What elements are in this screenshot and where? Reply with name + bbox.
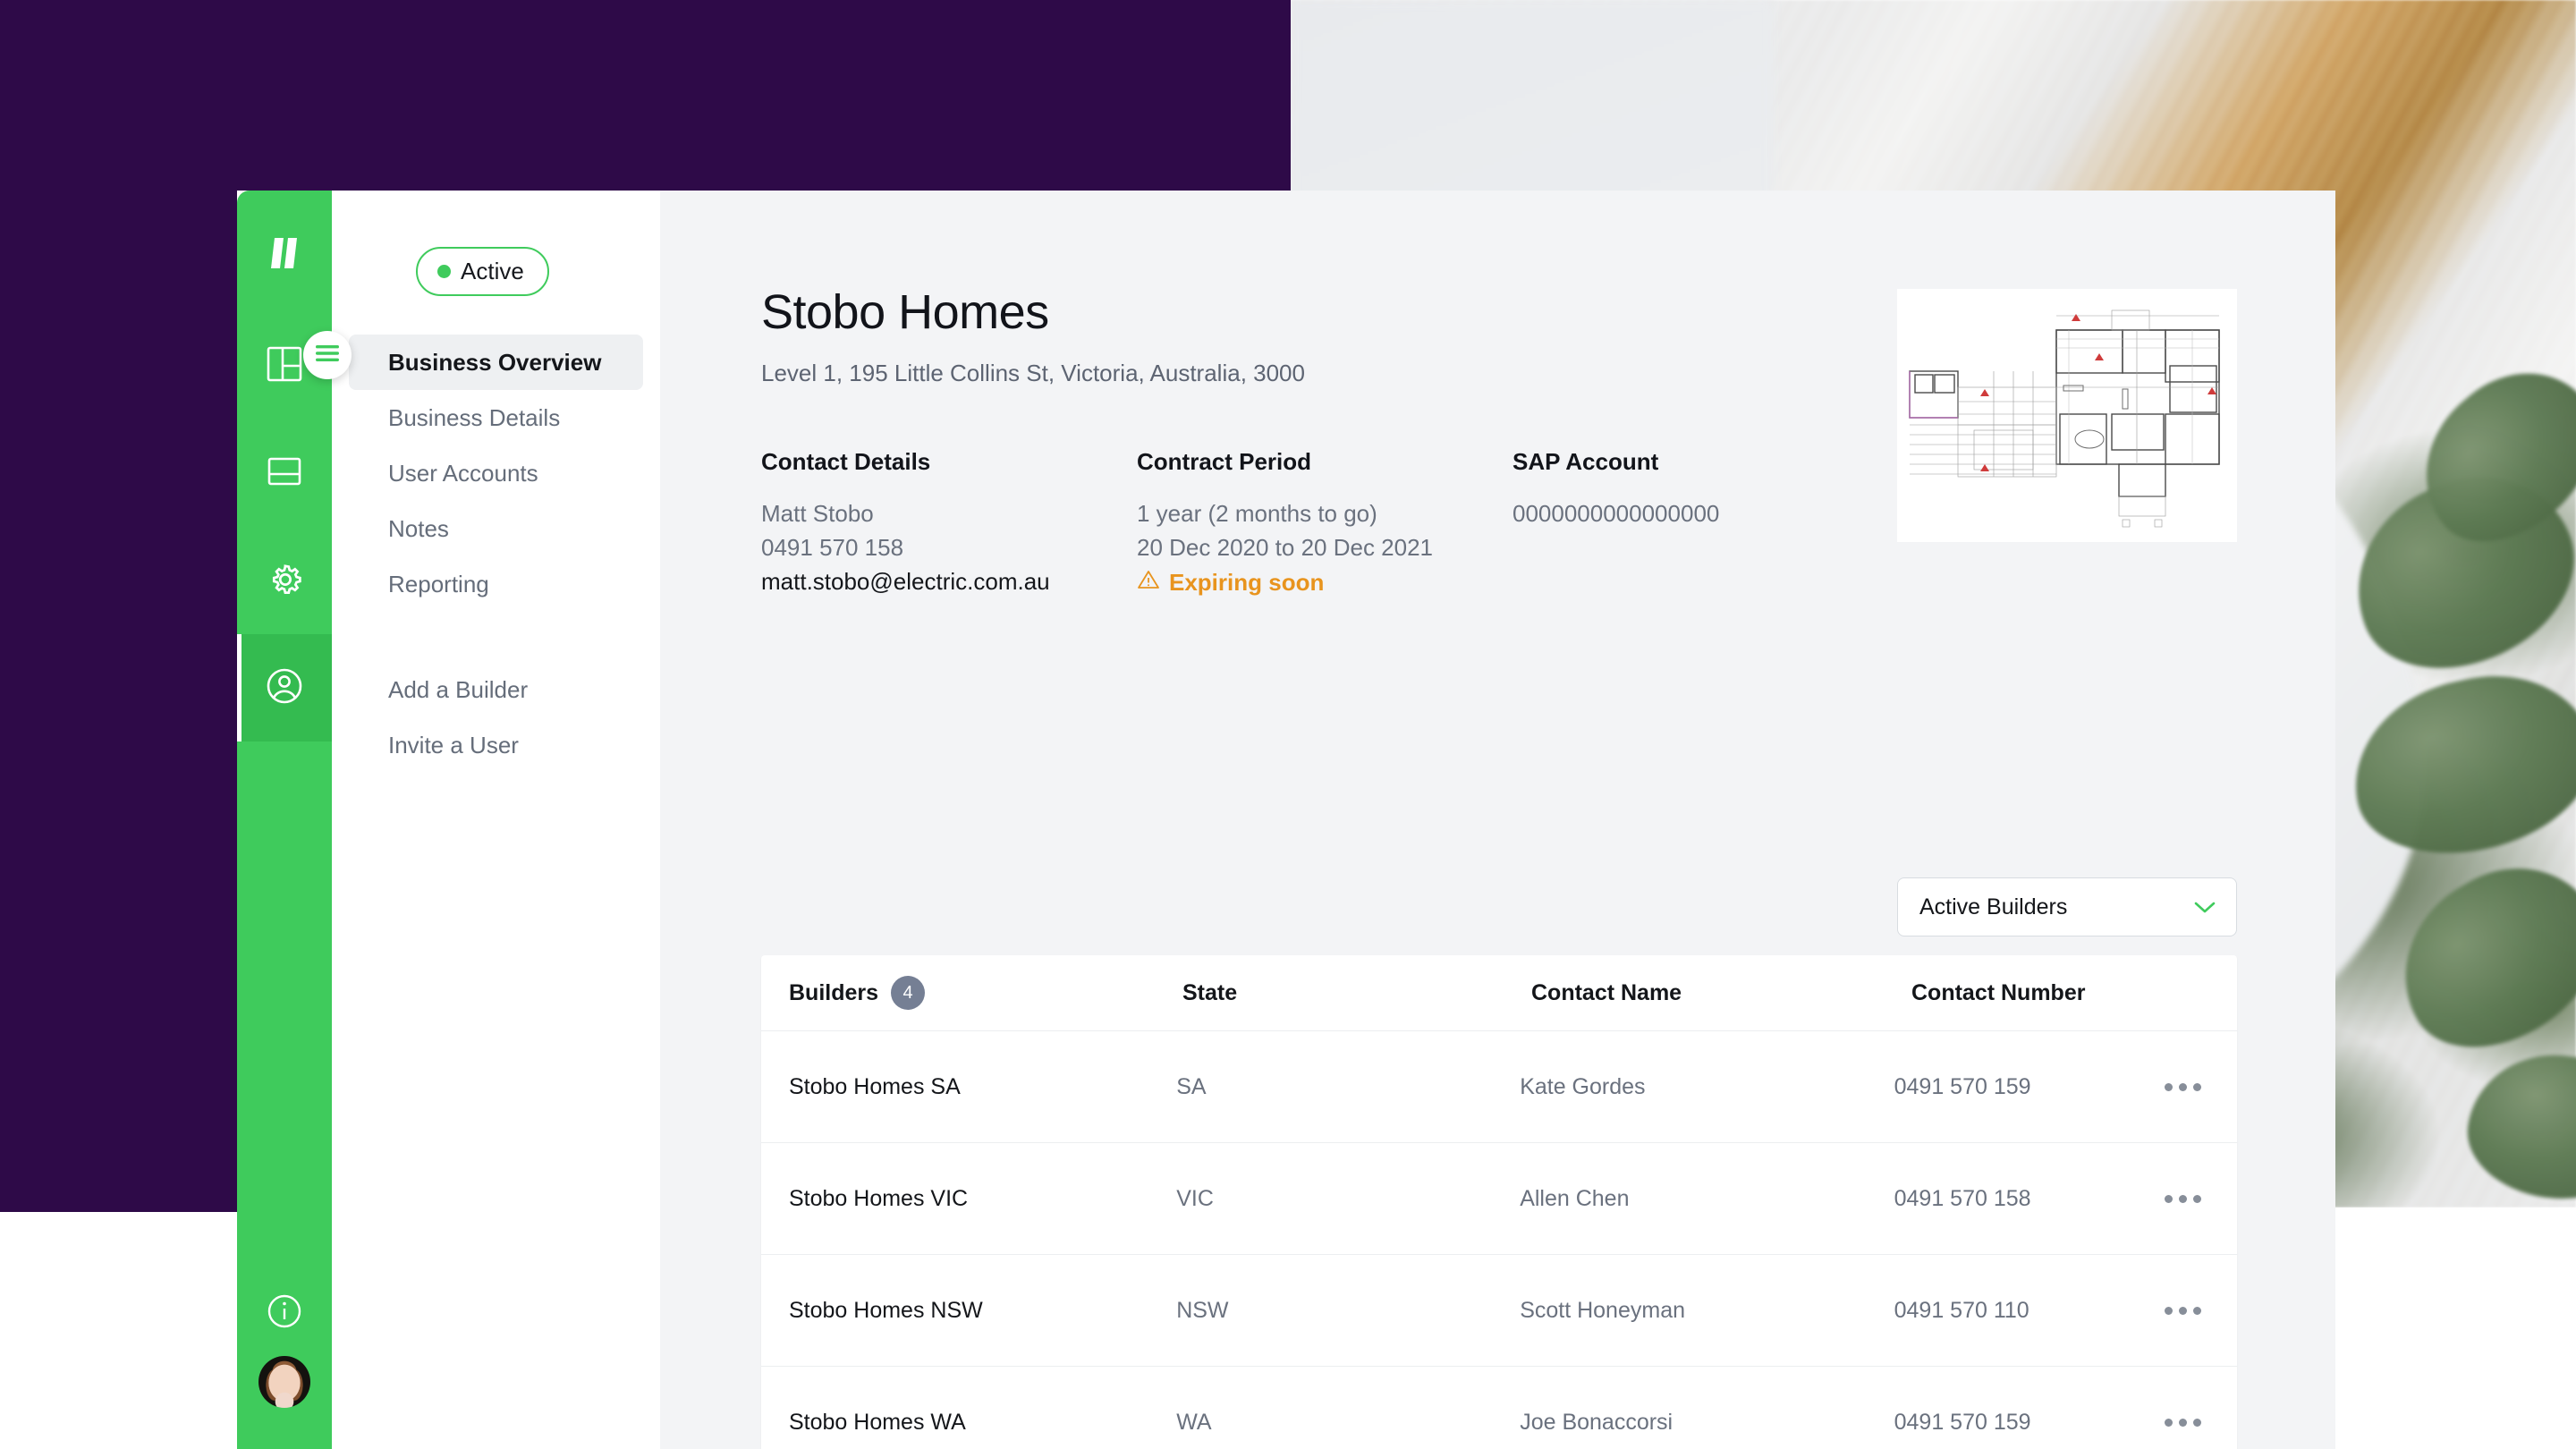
nav-label: User Accounts — [388, 459, 538, 487]
avatar[interactable] — [258, 1356, 310, 1408]
cell-builder: Stobo Homes VIC — [789, 1185, 969, 1211]
contact-email[interactable]: matt.stobo@electric.com.au — [761, 565, 1137, 599]
cell-state: VIC — [1176, 1185, 1214, 1211]
nav-label: Invite a User — [388, 731, 519, 758]
builders-count-badge: 4 — [891, 976, 926, 1010]
settings-gear-icon — [265, 559, 304, 603]
sidebar-item-settings[interactable] — [237, 527, 332, 634]
table-row[interactable]: Stobo Homes VIC VIC Allen Chen 0491 570 … — [761, 1143, 2237, 1255]
info-circle-icon — [264, 1291, 305, 1336]
column-header-contact-number: Contact Number — [1911, 979, 2086, 1005]
secondary-nav-panel: Active Business Overview Business Detail… — [332, 191, 660, 1449]
nav-label: Business Details — [388, 403, 561, 431]
contract-range: 20 Dec 2020 to 20 Dec 2021 — [1137, 533, 1434, 561]
cell-builder: Stobo Homes SA — [789, 1073, 961, 1099]
table-row[interactable]: Stobo Homes NSW NSW Scott Honeyman 0491 … — [761, 1255, 2237, 1367]
nav-label: Reporting — [388, 570, 489, 597]
contact-phone: 0491 570 158 — [761, 533, 904, 561]
contact-details-heading: Contact Details — [761, 448, 931, 475]
floor-plan-thumbnail[interactable] — [1897, 289, 2237, 542]
nav-list: Business Overview Business Details User … — [332, 335, 660, 773]
primary-icon-rail — [237, 191, 332, 1449]
cell-contact-number: 0491 570 158 — [1894, 1185, 2031, 1211]
sidebar-item-account[interactable] — [237, 634, 332, 741]
contract-warning-label: Expiring soon — [1169, 568, 1325, 596]
purple-backdrop-top — [0, 0, 1291, 191]
projects-icon — [265, 452, 304, 496]
cell-contact-name: Scott Honeyman — [1520, 1297, 1686, 1323]
app-window: Active Business Overview Business Detail… — [237, 191, 2335, 1449]
sap-account-number: 0000000000000000 — [1513, 500, 1720, 527]
status-dot-icon — [437, 265, 451, 278]
table-row[interactable]: Stobo Homes SA SA Kate Gordes 0491 570 1… — [761, 1031, 2237, 1143]
contact-name: Matt Stobo — [761, 500, 874, 527]
column-header-state: State — [1182, 979, 1238, 1005]
nav-action-invite-a-user[interactable]: Invite a User — [349, 717, 643, 773]
column-header-label: Builders — [789, 979, 879, 1005]
cell-contact-name: Joe Bonaccorsi — [1520, 1410, 1674, 1435]
contract-period-block: Contract Period 1 year (2 months to go) … — [1137, 448, 1513, 599]
kebab-menu-icon[interactable] — [2158, 1306, 2237, 1315]
contract-period-heading: Contract Period — [1137, 448, 1312, 475]
cell-state: NSW — [1176, 1297, 1229, 1323]
cell-contact-name: Allen Chen — [1520, 1185, 1630, 1211]
sidebar-toggle-button[interactable] — [303, 331, 352, 379]
contract-expiry-warning: Expiring soon — [1137, 569, 1513, 597]
sidebar-item-business-overview[interactable]: Business Overview — [349, 335, 643, 390]
table-row[interactable]: Stobo Homes WA WA Joe Bonaccorsi 0491 57… — [761, 1367, 2237, 1449]
purple-backdrop-left — [0, 191, 237, 1212]
builders-filter-value: Active Builders — [1919, 894, 2068, 919]
status-badge-label: Active — [461, 258, 524, 284]
warning-triangle-icon — [1137, 569, 1160, 597]
dashboard-icon — [265, 344, 304, 388]
logo-mark-icon[interactable] — [261, 230, 308, 276]
column-header-builders: Builders 4 — [789, 976, 1182, 1010]
kebab-menu-icon[interactable] — [2158, 1419, 2237, 1427]
cell-state: SA — [1176, 1073, 1207, 1099]
sidebar-item-user-accounts[interactable]: User Accounts — [349, 445, 643, 501]
screenshot-stage: Active Business Overview Business Detail… — [0, 0, 2576, 1449]
cell-contact-number: 0491 570 110 — [1894, 1297, 2029, 1323]
nav-label: Business Overview — [388, 348, 602, 376]
cell-contact-name: Kate Gordes — [1520, 1073, 1646, 1099]
builders-table: Builders 4 State Contact Name Contact Nu… — [761, 955, 2237, 1449]
cell-builder: Stobo Homes NSW — [789, 1297, 983, 1323]
status-badge[interactable]: Active — [416, 247, 549, 296]
sidebar-item-reporting[interactable]: Reporting — [349, 556, 643, 612]
cell-contact-number: 0491 570 159 — [1894, 1073, 2031, 1099]
sidebar-item-notes[interactable]: Notes — [349, 501, 643, 556]
contact-details-block: Contact Details Matt Stobo 0491 570 158 … — [761, 448, 1137, 599]
kebab-menu-icon[interactable] — [2158, 1082, 2237, 1091]
chevron-down-icon — [2193, 894, 2216, 920]
nav-label: Notes — [388, 514, 449, 542]
cell-contact-number: 0491 570 159 — [1894, 1410, 2031, 1435]
kebab-menu-icon[interactable] — [2158, 1194, 2237, 1203]
contract-duration: 1 year (2 months to go) — [1137, 500, 1377, 527]
sap-account-block: SAP Account 0000000000000000 — [1513, 448, 1719, 599]
builders-filter-dropdown[interactable]: Active Builders — [1897, 877, 2237, 936]
cell-builder: Stobo Homes WA — [789, 1410, 966, 1435]
main-content: Stobo Homes Level 1, 195 Little Collins … — [660, 191, 2335, 1449]
cell-state: WA — [1176, 1410, 1212, 1435]
nav-label: Add a Builder — [388, 675, 529, 703]
account-user-icon — [264, 665, 305, 711]
sap-account-heading: SAP Account — [1513, 448, 1659, 475]
nav-divider-gap — [349, 612, 643, 662]
hamburger-menu-icon — [316, 344, 339, 367]
column-header-contact-name: Contact Name — [1531, 979, 1682, 1005]
sidebar-item-business-details[interactable]: Business Details — [349, 390, 643, 445]
nav-action-add-a-builder[interactable]: Add a Builder — [349, 662, 643, 717]
table-header-row: Builders 4 State Contact Name Contact Nu… — [761, 955, 2237, 1031]
info-button[interactable] — [237, 1270, 332, 1356]
sidebar-item-projects[interactable] — [237, 419, 332, 527]
